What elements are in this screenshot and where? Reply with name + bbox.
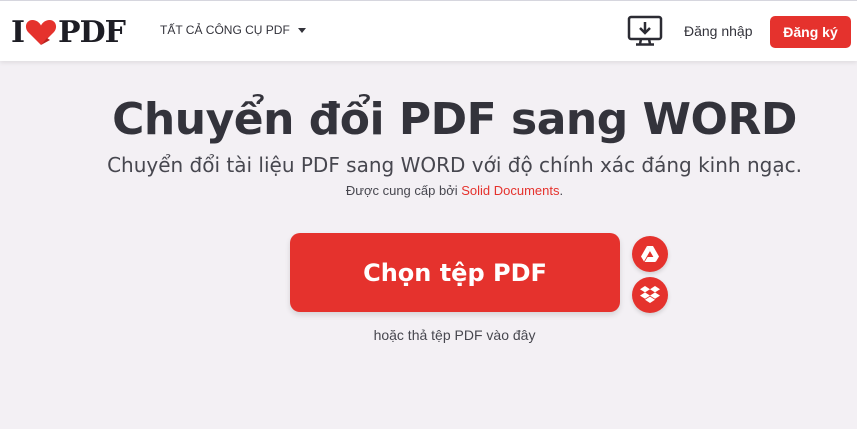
top-navbar: I PDF TẤT CẢ CÔNG CỤ PDF Đăng nhập Đăng … bbox=[0, 0, 857, 61]
drop-files-hint: hoặc thả tệp PDF vào đây bbox=[373, 327, 536, 343]
logo-text-pdf: PDF bbox=[58, 14, 126, 50]
desktop-download-icon[interactable] bbox=[627, 15, 663, 47]
powered-by-suffix: . bbox=[559, 183, 564, 198]
google-drive-button[interactable] bbox=[632, 236, 668, 272]
login-link[interactable]: Đăng nhập bbox=[684, 23, 753, 39]
all-tools-label: TẤT CẢ CÔNG CỤ PDF bbox=[160, 23, 290, 37]
solid-documents-link[interactable]: Solid Documents bbox=[461, 183, 559, 198]
page-title: Chuyển đổi PDF sang WORD bbox=[112, 94, 797, 145]
page-subtitle: Chuyển đổi tài liệu PDF sang WORD với độ… bbox=[107, 153, 802, 177]
ilovepdf-logo[interactable]: I PDF bbox=[11, 14, 126, 50]
logo-letter-i: I bbox=[11, 14, 25, 50]
dropbox-button[interactable] bbox=[632, 277, 668, 313]
powered-by-prefix: Được cung cấp bởi bbox=[345, 183, 462, 198]
signup-button[interactable]: Đăng ký bbox=[770, 16, 851, 48]
heart-icon bbox=[25, 20, 57, 45]
all-tools-menu[interactable]: TẤT CẢ CÔNG CỤ PDF bbox=[160, 23, 306, 37]
powered-by-text: Được cung cấp bởi Solid Documents. bbox=[0, 183, 857, 198]
dropbox-icon bbox=[640, 286, 660, 303]
google-drive-icon bbox=[641, 246, 659, 262]
select-pdf-button[interactable]: Chọn tệp PDF bbox=[290, 233, 620, 312]
caret-down-icon bbox=[297, 27, 306, 33]
